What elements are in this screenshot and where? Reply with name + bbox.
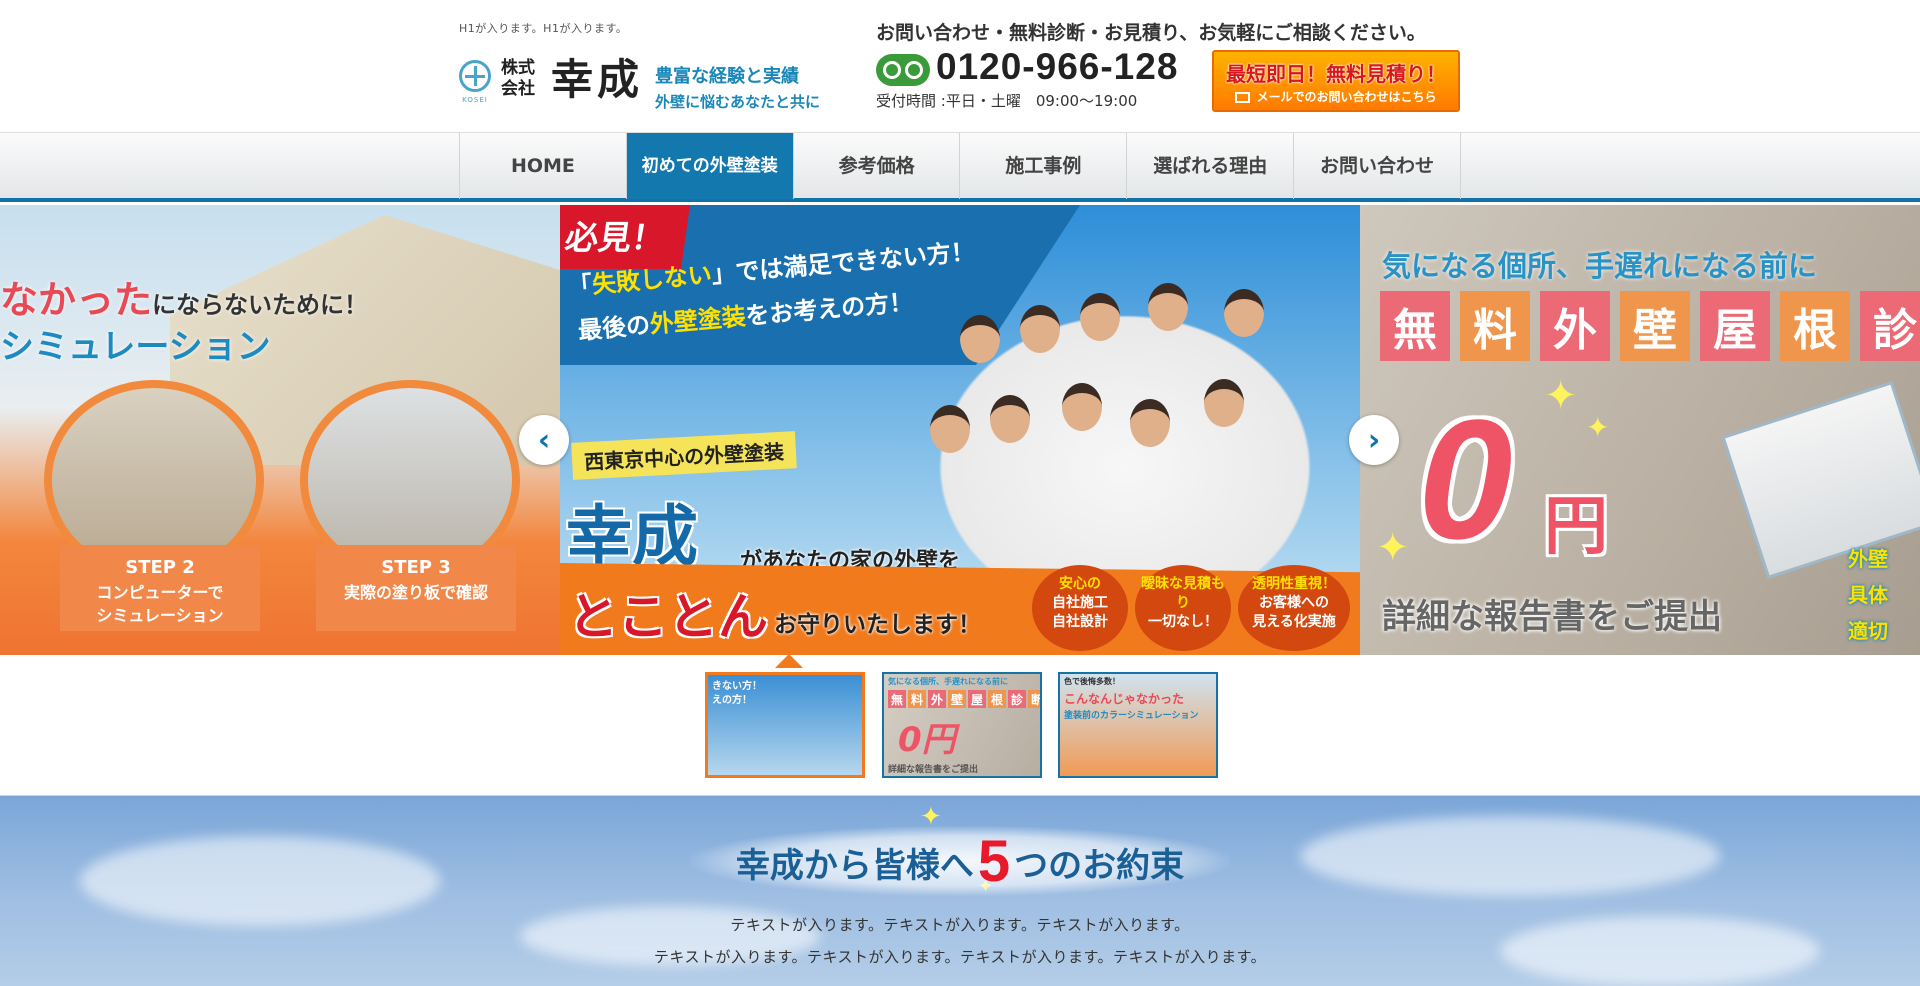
h1-text: H1が入ります。H1が入ります。	[459, 22, 628, 35]
diagnosis-lead: 気になる個所、手遅れになる前に	[1382, 249, 1818, 283]
diagnosis-tiles: 無 料 外 壁 屋 根 診	[1380, 291, 1920, 361]
staff-group-photo	[890, 275, 1360, 595]
catchphrase-line-1: 豊富な経験と実績	[655, 66, 799, 87]
site-header: H1が入ります。H1が入ります。 KOSEI 株式会社 幸成 豊富な経験と実績 …	[0, 0, 1920, 132]
nav-item-price[interactable]: 参考価格	[794, 133, 961, 199]
global-nav: HOME 初めての外壁塗装 参考価格 施工事例 選ばれる理由 お問い合わせ	[459, 133, 1461, 199]
sparkle-icon: ✦	[1544, 373, 1578, 419]
estimate-sub-text: メールでのお問い合わせはこちら	[1256, 90, 1437, 104]
nav-item-contact[interactable]: お問い合わせ	[1294, 133, 1461, 199]
step2-label: STEP 2 コンピューターで シミュレーション	[60, 545, 260, 631]
slider-next-button[interactable]: ›	[1349, 415, 1399, 465]
estimate-button-sublabel: メールでのお問い合わせはこちら	[1214, 88, 1458, 105]
slide-main-staff[interactable]: 必見！ 「失敗しない」では満足できない方！ 最後の外壁塗装をお考えの方！ 西東京…	[560, 205, 1360, 655]
tokoton-text: とことん	[568, 588, 768, 646]
catchphrase-line-2: 外壁に悩むあなたと共に	[655, 93, 821, 111]
step3-label: STEP 3 実際の塗り板で確認	[316, 545, 516, 631]
nav-item-first-time[interactable]: 初めての外壁塗装	[626, 133, 794, 199]
nav-item-home[interactable]: HOME	[460, 133, 627, 199]
slide-left-subheadline: シミュレーション	[0, 327, 271, 367]
global-nav-bar: HOME 初めての外壁塗装 参考価格 施工事例 選ばれる理由 お問い合わせ	[0, 132, 1920, 202]
promise-section: ✦ ✦ 幸成から皆様へ5つのお約束 テキストが入ります。テキストが入ります。テキ…	[0, 795, 1920, 986]
phone-number[interactable]: 0120-966-128	[936, 46, 1178, 88]
logo-company-name: 幸成	[551, 55, 644, 104]
badge-no-vague-estimate: 曖昧な見積もり 一切なし！	[1135, 565, 1231, 651]
contact-lead: お問い合わせ・無料診断・お見積り、お気軽にご相談ください。	[876, 22, 1426, 44]
slide-free-diagnosis[interactable]: 気になる個所、手遅れになる前に 無 料 外 壁 屋 根 診 ✦ ✦ ✦ 0 円 …	[1360, 205, 1920, 655]
promise-title-wrap: 幸成から皆様へ5 つのお約束	[690, 826, 1230, 896]
logo-mark-text: KOSEI	[462, 96, 488, 104]
area-tag: 西東京中心の外壁塗装	[571, 431, 797, 480]
report-text: 詳細な報告書をご提出	[1382, 597, 1722, 637]
site-logo[interactable]: KOSEI 株式会社 幸成 豊富な経験と実績 外壁に悩むあなたと共に	[459, 56, 859, 112]
slider-thumbnails: きない方！ えの方！ 気になる個所、手遅れになる前に 無料外壁屋根診断 0円 詳…	[705, 654, 1225, 780]
free-estimate-button[interactable]: 最短即日！無料見積り！ メールでのお問い合わせはこちら	[1212, 50, 1460, 112]
freedial-icon	[876, 54, 930, 86]
clipboard-image	[1721, 380, 1920, 580]
zero-yen-number: 0	[1418, 385, 1513, 575]
thumbnail-simulation[interactable]: 色で後悔多数！ こんなんじゃなかった 塗装前のカラーシミュレーション	[1058, 672, 1218, 778]
estimate-button-label: 最短即日！無料見積り！	[1226, 62, 1446, 86]
thumbnail-staff[interactable]: きない方！ えの方！	[705, 672, 865, 778]
nav-item-works[interactable]: 施工事例	[960, 133, 1128, 199]
hero-slider: なかったにならないために！ シミュレーション STEP 2 コンピューターで シミ…	[0, 205, 1920, 655]
slide-simulation[interactable]: なかったにならないために！ シミュレーション STEP 2 コンピューターで シミ…	[0, 205, 560, 655]
promise-title: 幸成から皆様へ5 つのお約束	[735, 828, 1185, 894]
mail-icon	[1235, 92, 1251, 103]
promise-text-line-2: テキストが入ります。テキストが入ります。テキストが入ります。テキストが入ります。	[653, 948, 1267, 966]
sparkle-icon: ✦	[1376, 525, 1410, 571]
logo-catchphrase: 豊富な経験と実績 外壁に悩むあなたと共に	[655, 62, 820, 112]
business-hours: 受付時間 :平日・土曜 09:00〜19:00	[876, 92, 1138, 110]
badge-transparency: 透明性重視！ お客様への 見える化実施	[1238, 565, 1350, 651]
logo-mark-icon	[459, 60, 491, 92]
yen-text: 円	[1544, 490, 1608, 564]
nav-item-reasons[interactable]: 選ばれる理由	[1127, 133, 1295, 199]
thumbnail-diagnosis[interactable]: 気になる個所、手遅れになる前に 無料外壁屋根診断 0円 詳細な報告書をご提出	[882, 672, 1042, 778]
freedial-block: 0120-966-128 受付時間 :平日・土曜 09:00〜19:00	[876, 46, 1206, 112]
promise-text-line-1: テキストが入ります。テキストが入ります。テキストが入ります。	[730, 916, 1190, 934]
badge-own-construction: 安心の 自社施工 自社設計	[1032, 565, 1128, 651]
check-list: 外壁 具体 適切	[1848, 547, 1888, 643]
sparkle-icon: ✦	[1586, 411, 1610, 444]
tokoton-tagline: お守りいたします！	[774, 612, 981, 638]
logo-corp-type: 株式会社	[501, 58, 535, 99]
slider-prev-button[interactable]: ‹	[519, 415, 569, 465]
active-thumb-pointer	[775, 654, 803, 668]
slide-left-headline: なかったにならないために！	[0, 278, 369, 322]
